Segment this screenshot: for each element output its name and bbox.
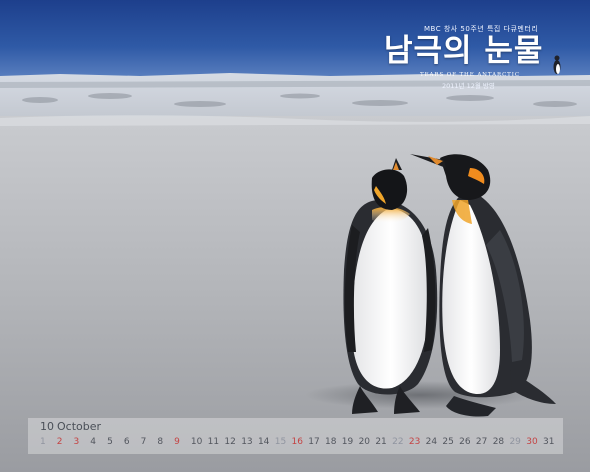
calendar-day: 21: [375, 437, 387, 447]
calendar-day: 6: [123, 437, 130, 447]
calendar-day: 26: [459, 437, 471, 447]
calendar-day: 8: [157, 437, 164, 447]
calendar-day: 14: [257, 437, 270, 447]
calendar-day: 12: [224, 437, 236, 447]
calendar-day: 1: [40, 437, 46, 447]
calendar-day: 7: [140, 437, 147, 447]
calendar-day: 23: [408, 437, 421, 447]
calendar-day: 18: [325, 437, 337, 447]
title-emblem-penguin: [553, 55, 561, 74]
calendar-month: 10 October: [40, 420, 101, 433]
calendar-day: 9: [174, 437, 180, 447]
calendar-day: 4: [90, 437, 97, 447]
calendar-day: 28: [492, 437, 505, 447]
calendar-day: 30: [526, 437, 538, 447]
air-date: 2011년 12월 방영: [442, 82, 495, 90]
antarctic-penguin-scene: [0, 0, 590, 472]
calendar-day: 31: [543, 437, 555, 447]
calendar-day: 5: [107, 437, 113, 447]
calendar-day: 29: [509, 437, 521, 447]
calendar-day: 17: [308, 437, 320, 447]
calendar-day: 13: [241, 437, 253, 447]
calendar-day: 25: [442, 437, 454, 447]
documentary-title: 남극의 눈물: [384, 33, 544, 69]
calendar-month-number: 10: [40, 420, 54, 433]
calendar-day: 27: [475, 437, 488, 447]
month-calendar-strip: 10 October 1 2 3 4 5 6 7 8 9 10 11 12 13 14 15 16 17 18 19 2…: [28, 418, 563, 454]
calendar-day: 16: [291, 437, 303, 447]
calendar-day: 3: [73, 437, 80, 447]
documentary-subtitle: TEARS OF THE ANTARCTIC: [420, 72, 520, 78]
calendar-day: 15: [274, 437, 287, 447]
calendar-days: 1 2 3 4 5 6 7 8 9 10 11 12 13 14 15 16 17 18 19 20 21 22 23 24 2…: [40, 437, 554, 451]
calendar-day: 2: [56, 437, 63, 447]
calendar-day: 20: [358, 437, 371, 447]
calendar-day: 19: [341, 437, 354, 447]
calendar-day: 22: [392, 437, 404, 447]
calendar-day: 24: [425, 437, 438, 447]
calendar-day: 10: [190, 437, 203, 447]
calendar-month-name: October: [57, 420, 102, 433]
calendar-day: 11: [207, 437, 220, 447]
